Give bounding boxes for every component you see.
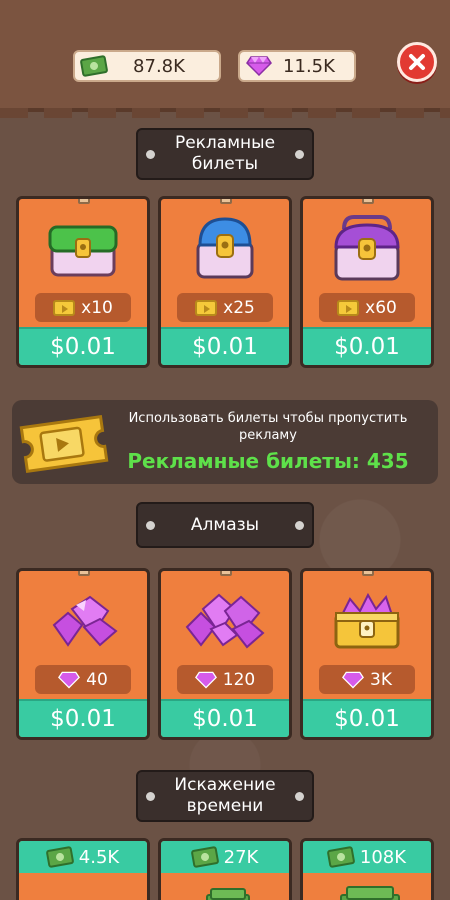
gems-title: Алмазы [190, 514, 260, 535]
header-rivet [146, 521, 155, 530]
ticket-amount: x10 [81, 297, 113, 318]
ticket-icon [337, 299, 360, 316]
header-rivet [146, 792, 155, 801]
cash-icon [326, 845, 356, 869]
blue-chest-icon [161, 213, 289, 281]
ticket-offer-card[interactable]: x10 $0.01 [16, 196, 150, 368]
close-icon [409, 54, 425, 70]
price-button[interactable]: $0.01 [303, 699, 431, 737]
timewarp-offer-card[interactable]: 108K [300, 838, 434, 900]
card-hanger [78, 199, 90, 204]
gem-counter: 11.5K [238, 50, 356, 82]
price-button[interactable]: $0.01 [19, 327, 147, 365]
gem-amount-badge: 40 [35, 665, 131, 694]
gem-amount: 120 [222, 669, 256, 690]
card-hanger [362, 571, 374, 576]
header-rivet [295, 521, 304, 530]
cash-counter: 87.8K [73, 50, 221, 82]
info-description: Использовать билеты чтобы пропустить рек… [128, 411, 408, 443]
ticket-icon [195, 299, 218, 316]
top-bar: 87.8K 11.5K [0, 0, 450, 118]
cash-icon [79, 54, 109, 78]
timewarp-title-line2: времени [186, 796, 264, 816]
gem-value: 11.5K [283, 55, 335, 77]
ad-tickets-info-banner: Использовать билеты чтобы пропустить рек… [12, 400, 438, 484]
price-button[interactable]: $0.01 [161, 699, 289, 737]
timewarp-title-line1: Искажение [174, 775, 276, 795]
header-rivet [295, 792, 304, 801]
cash-amount: 108K [359, 846, 407, 868]
cash-amount: 27K [223, 846, 259, 868]
gem-pile-large-icon [161, 587, 289, 649]
section-header-tickets: Рекламные билеты [136, 128, 314, 180]
gem-icon [342, 671, 364, 689]
header-rivet [295, 150, 304, 159]
ad-tickets-count: Рекламные билеты: 435 [127, 449, 409, 473]
timewarp-offer-card[interactable]: 27K [158, 838, 292, 900]
card-hanger [78, 571, 90, 576]
gem-icon [194, 671, 217, 689]
cash-icon [190, 845, 220, 869]
section-header-timewarp: Искажение времени [136, 770, 314, 822]
ticket-amount: x25 [223, 297, 255, 318]
gem-amount-badge: 120 [177, 665, 273, 694]
timewarp-offer-card[interactable]: 4.5K [16, 838, 150, 900]
section-header-gems: Алмазы [136, 502, 314, 548]
card-hanger [362, 199, 374, 204]
green-chest-icon [19, 221, 147, 279]
header-rivet [146, 150, 155, 159]
gem-icon [246, 56, 272, 76]
gem-offer-card[interactable]: 120 $0.01 [158, 568, 292, 740]
cash-value: 87.8K [133, 55, 185, 77]
ticket-offer-card[interactable]: x25 $0.01 [158, 196, 292, 368]
gem-amount-badge: 3K [319, 665, 415, 694]
tickets-title-line1: Рекламные [174, 133, 276, 153]
gem-pile-small-icon [19, 591, 147, 649]
tickets-title-line2: билеты [191, 154, 259, 174]
cash-stack-icon [206, 888, 250, 900]
gem-icon [58, 671, 81, 689]
cash-amount: 4.5K [78, 846, 120, 868]
gem-offer-card[interactable]: 40 $0.01 [16, 568, 150, 740]
gem-treasure-chest-icon [303, 585, 431, 651]
cash-icon [45, 845, 75, 869]
ticket-amount: x60 [365, 297, 397, 318]
ticket-offer-card[interactable]: x60 $0.01 [300, 196, 434, 368]
cash-amount-badge: 4.5K [19, 844, 147, 870]
cash-stack-icon [340, 886, 400, 900]
card-hanger [220, 571, 232, 576]
price-button[interactable]: $0.01 [303, 327, 431, 365]
ticket-amount-badge: x60 [319, 293, 415, 322]
cash-amount-badge: 108K [303, 844, 431, 870]
close-button[interactable] [397, 42, 437, 82]
price-button[interactable]: $0.01 [19, 699, 147, 737]
card-hanger [220, 199, 232, 204]
gem-amount: 40 [86, 669, 108, 690]
ad-ticket-icon [19, 414, 109, 474]
cash-amount-badge: 27K [161, 844, 289, 870]
ticket-icon [53, 299, 76, 316]
ticket-amount-badge: x10 [35, 293, 131, 322]
gem-amount: 3K [370, 669, 392, 690]
ticket-amount-badge: x25 [177, 293, 273, 322]
purple-chest-icon [303, 211, 431, 283]
gem-offer-card[interactable]: 3K $0.01 [300, 568, 434, 740]
price-button[interactable]: $0.01 [161, 327, 289, 365]
